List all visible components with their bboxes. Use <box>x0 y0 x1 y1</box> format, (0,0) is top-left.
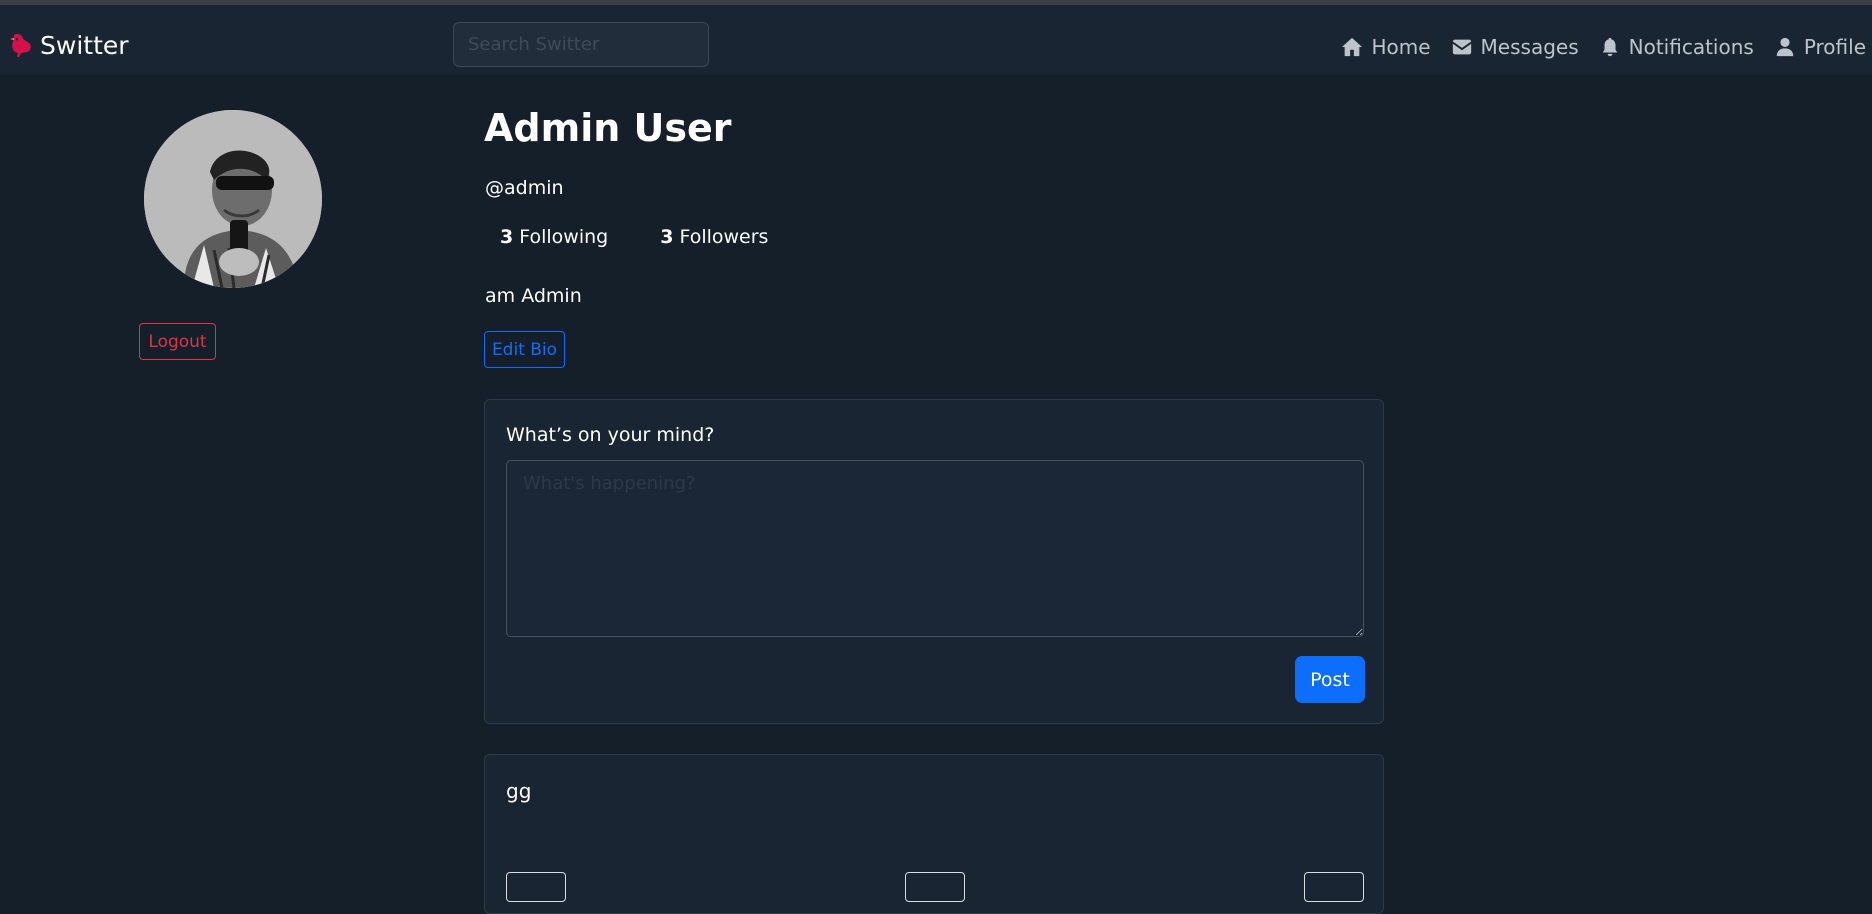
nav-links: Home Messages Notifications Profile <box>1341 27 1866 67</box>
nav-messages[interactable]: Messages <box>1451 35 1579 59</box>
user-icon <box>1776 37 1794 57</box>
following-link[interactable]: 3 Following <box>500 226 608 248</box>
compose-card: What’s on your mind? Post <box>484 399 1384 724</box>
post-text: gg <box>506 779 532 803</box>
bird-logo-icon <box>10 34 31 57</box>
nav-messages-label: Messages <box>1480 35 1579 59</box>
nav-notifications[interactable]: Notifications <box>1599 35 1754 59</box>
post-action-middle-button[interactable] <box>905 872 965 902</box>
compose-textarea[interactable] <box>506 460 1364 637</box>
post-button[interactable]: Post <box>1295 656 1365 703</box>
nav-notifications-label: Notifications <box>1628 35 1754 59</box>
avatar <box>144 110 322 288</box>
logout-button[interactable]: Logout <box>139 323 216 360</box>
bell-icon <box>1602 37 1617 57</box>
compose-label: What’s on your mind? <box>506 424 715 446</box>
profile-name: Admin User <box>484 106 732 150</box>
nav-home-label: Home <box>1371 35 1431 59</box>
nav-home[interactable]: Home <box>1341 35 1431 59</box>
envelope-icon <box>1452 39 1471 55</box>
post-card: gg <box>484 754 1384 914</box>
profile-bio: am Admin <box>485 285 582 307</box>
followers-label: Followers <box>679 226 769 248</box>
post-action-right-button[interactable] <box>1304 872 1364 902</box>
post-action-left-button[interactable] <box>506 872 566 902</box>
followers-count: 3 <box>660 226 674 248</box>
profile-stats: 3 Following 3 Followers <box>500 226 768 248</box>
search-input[interactable] <box>453 22 709 67</box>
home-icon <box>1342 37 1363 57</box>
followers-link[interactable]: 3 Followers <box>660 226 768 248</box>
following-count: 3 <box>500 226 514 248</box>
nav-profile[interactable]: Profile <box>1774 35 1866 59</box>
brand-logo[interactable]: Switter <box>8 25 129 65</box>
nav-profile-label: Profile <box>1803 35 1866 59</box>
edit-bio-button[interactable]: Edit Bio <box>484 331 565 368</box>
brand-name: Switter <box>40 30 129 60</box>
following-label: Following <box>519 226 609 248</box>
profile-photo <box>144 110 322 288</box>
profile-handle: @admin <box>485 177 564 199</box>
navbar: Switter Home Messages Notifications <box>0 5 1872 75</box>
